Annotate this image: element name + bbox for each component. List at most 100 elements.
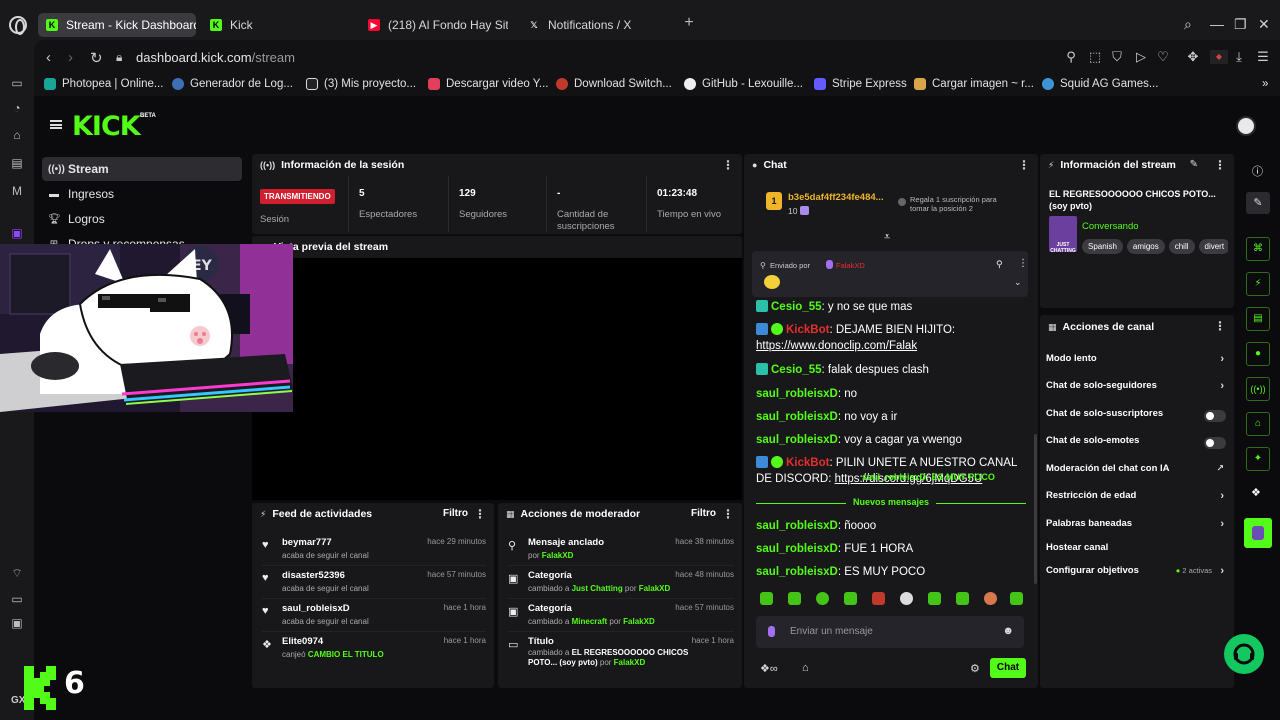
tab-kick[interactable]: K Kick bbox=[210, 13, 350, 37]
chat-username[interactable]: saul_robleisxD bbox=[756, 434, 838, 446]
settings-gear-icon[interactable]: ⚙ bbox=[970, 662, 980, 675]
news-icon[interactable]: ▤ bbox=[10, 156, 24, 170]
mod-action-user[interactable]: FalakXD bbox=[614, 658, 646, 667]
cpu-limiter-icon[interactable]: ▣ bbox=[10, 616, 24, 630]
maximize-button[interactable]: ❐ bbox=[1234, 16, 1247, 33]
heart-icon[interactable]: ♡ bbox=[1156, 50, 1170, 64]
category-thumbnail[interactable]: JUST CHATTING bbox=[1049, 216, 1077, 254]
feed-user[interactable]: Elite0974 bbox=[282, 636, 323, 647]
more-options-icon[interactable]: ⋮ bbox=[1214, 158, 1226, 172]
expand-chevron-icon[interactable]: ⌄ bbox=[1014, 277, 1022, 288]
action-followers-only[interactable]: Chat de solo-seguidores › bbox=[1046, 380, 1226, 400]
feed-user[interactable]: saul_robleisxD bbox=[282, 603, 350, 614]
emote-icon[interactable] bbox=[900, 592, 913, 605]
action-age-restriction[interactable]: Restricción de edad › bbox=[1046, 490, 1226, 510]
wifi-icon[interactable]: ⌔ bbox=[10, 566, 24, 580]
support-chat-button[interactable] bbox=[1224, 634, 1264, 674]
messenger-icon[interactable]: M bbox=[10, 184, 24, 198]
chat-link[interactable]: https://www.donoclip.com/Falak bbox=[756, 340, 917, 352]
chat-username[interactable]: KickBot bbox=[786, 324, 829, 336]
tag[interactable]: Spanish bbox=[1082, 239, 1123, 254]
console-icon[interactable]: ▭ bbox=[10, 76, 24, 90]
bookmark-github[interactable]: GitHub - Lexouille... bbox=[684, 78, 803, 90]
url-field[interactable]: dashboard.kick.com/stream bbox=[136, 50, 295, 65]
speed-icon[interactable]: ◔ bbox=[10, 101, 24, 115]
sidebar-item-ingresos[interactable]: ▬ Ingresos bbox=[42, 182, 242, 206]
broadcast-tool-icon[interactable]: ((•)) bbox=[1246, 377, 1270, 401]
action-banned-words[interactable]: Palabras baneadas › bbox=[1046, 518, 1226, 538]
kick-logo[interactable]: KICK bbox=[72, 111, 141, 142]
bookmark-proyectos[interactable]: (3) Mis proyecto... bbox=[306, 78, 416, 90]
new-tab-button[interactable]: + bbox=[682, 15, 696, 31]
menu-icon[interactable]: ☰ bbox=[1256, 50, 1270, 64]
chat-username[interactable]: saul_robleisxD bbox=[756, 520, 838, 532]
edit-pencil-icon[interactable]: ✎ bbox=[1190, 159, 1198, 170]
tab-x-notifications[interactable]: 𝕏 Notifications / X bbox=[528, 13, 668, 37]
store-tool-icon[interactable]: ⌂ bbox=[1246, 412, 1270, 436]
sidebar-item-stream[interactable]: ((•)) Stream bbox=[42, 157, 242, 181]
channel-points-icon[interactable]: ❖∞ bbox=[760, 662, 778, 675]
chat-input-box[interactable]: Enviar un mensaje ☻ bbox=[756, 616, 1024, 648]
emoji-picker-icon[interactable]: ☻ bbox=[1002, 625, 1014, 637]
action-ai-moderation[interactable]: Moderación del chat con IA ↗ bbox=[1046, 463, 1226, 483]
emote-icon[interactable] bbox=[1010, 592, 1023, 605]
reload-icon[interactable]: ↻ bbox=[90, 49, 103, 67]
minimize-button[interactable]: — bbox=[1210, 16, 1224, 32]
opera-logo-icon[interactable] bbox=[9, 16, 27, 35]
search-tabs-icon[interactable]: ⌕ bbox=[1184, 16, 1192, 33]
clip-icon[interactable]: ⌘ bbox=[1246, 237, 1270, 261]
back-icon[interactable]: ‹ bbox=[46, 49, 51, 66]
more-options-icon[interactable]: ⋮ bbox=[722, 158, 734, 172]
emote-icon[interactable] bbox=[760, 592, 773, 605]
top-gifter-name[interactable]: b3e5daf4ff234fe484... bbox=[788, 192, 884, 203]
stream-preview-video[interactable] bbox=[252, 258, 742, 500]
emote-icon[interactable] bbox=[984, 592, 997, 605]
bookmark-generador[interactable]: Generador de Log... bbox=[172, 78, 293, 90]
ram-limiter-icon[interactable]: ▭ bbox=[10, 592, 24, 606]
more-options-icon[interactable]: ⋮ bbox=[1018, 158, 1030, 172]
action-goals[interactable]: Configurar objetivos ● 2 activas › bbox=[1046, 565, 1226, 585]
extensions-icon[interactable]: ✥ bbox=[1186, 50, 1200, 64]
forward-icon[interactable]: › bbox=[68, 49, 73, 66]
emotes-only-toggle[interactable] bbox=[1204, 437, 1226, 449]
menu-toggle-icon[interactable] bbox=[50, 120, 62, 129]
chat-username[interactable]: saul_robleisxD bbox=[756, 566, 838, 578]
sidebar-item-logros[interactable]: 🏆︎ Logros bbox=[42, 207, 242, 231]
more-options-icon[interactable]: ⋮ bbox=[474, 507, 486, 521]
notes-icon[interactable]: ▤ bbox=[1246, 307, 1270, 331]
feed-user[interactable]: disaster52396 bbox=[282, 570, 345, 581]
emote-icon[interactable] bbox=[816, 592, 829, 605]
emote-icon[interactable] bbox=[788, 592, 801, 605]
emote-icon[interactable] bbox=[844, 592, 857, 605]
rewards-icon[interactable]: ❖ bbox=[1251, 486, 1261, 499]
subscribers-only-toggle[interactable] bbox=[1204, 410, 1226, 422]
chat-tool-icon[interactable]: ● bbox=[1246, 342, 1270, 366]
chat-username[interactable]: saul_robleisxD bbox=[756, 543, 838, 555]
tag[interactable]: chill bbox=[1168, 239, 1195, 254]
action-slow-mode[interactable]: Modo lento › bbox=[1046, 353, 1226, 373]
bookmark-switch[interactable]: Download Switch... bbox=[556, 78, 672, 90]
tag[interactable]: amigos bbox=[1126, 239, 1165, 254]
new-messages-divider[interactable]: Nuevos mensajes bbox=[756, 497, 1026, 509]
filter-button[interactable]: Filtro bbox=[443, 508, 468, 519]
pinned-by-user[interactable]: FalakXD bbox=[836, 261, 865, 270]
action-host-channel[interactable]: Hostear canal bbox=[1046, 542, 1226, 562]
bookmark-cargar-imagen[interactable]: Cargar imagen ~ r... bbox=[914, 78, 1034, 90]
chat-username[interactable]: Cesio_55 bbox=[771, 301, 822, 313]
play-icon[interactable]: ▷ bbox=[1134, 50, 1148, 64]
chat-username[interactable]: saul_robleisxD bbox=[756, 388, 838, 400]
more-options-icon[interactable]: ⋮ bbox=[1214, 319, 1226, 333]
bookmark-squid[interactable]: Squid AG Games... bbox=[1042, 78, 1158, 90]
download-icon[interactable]: ⤓ bbox=[1232, 50, 1246, 64]
kick-bot-icon[interactable] bbox=[1244, 518, 1272, 548]
chat-username[interactable]: KickBot bbox=[786, 457, 829, 469]
shield-icon[interactable]: ⛉ bbox=[1110, 50, 1124, 64]
tab-youtube[interactable]: ▶ (218) Al Fondo Hay Sitio T bbox=[368, 13, 508, 37]
wrench-icon[interactable]: ✦ bbox=[1246, 447, 1270, 471]
store-icon[interactable]: ⌂ bbox=[802, 662, 809, 674]
emote-icon[interactable] bbox=[928, 592, 941, 605]
more-options-icon[interactable]: ⋮ bbox=[1018, 258, 1028, 269]
bag-icon[interactable]: ⌂ bbox=[10, 128, 24, 142]
bookmark-photopea[interactable]: Photopea | Online... bbox=[44, 78, 163, 90]
send-chat-button[interactable]: Chat bbox=[990, 658, 1026, 678]
